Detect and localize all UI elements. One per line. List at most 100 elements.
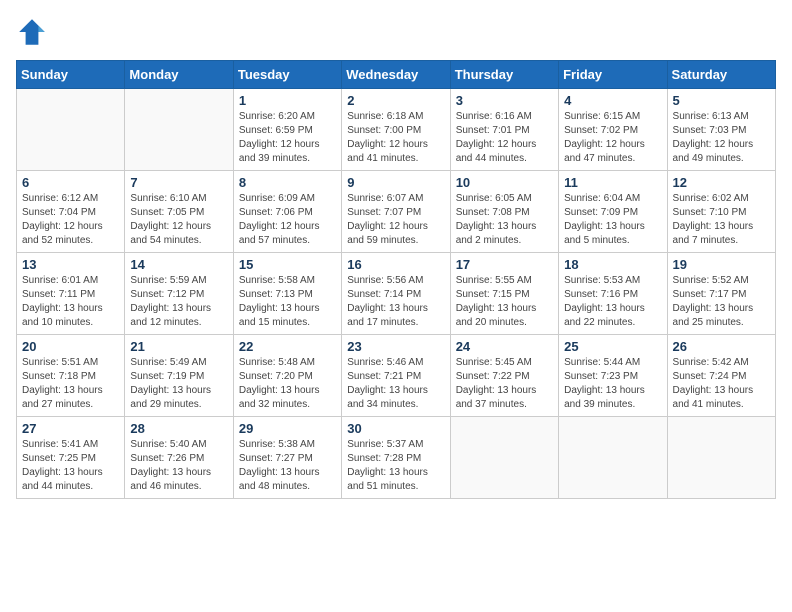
- day-number: 29: [239, 421, 336, 436]
- calendar-cell: 8Sunrise: 6:09 AM Sunset: 7:06 PM Daylig…: [233, 171, 341, 253]
- calendar-cell: 3Sunrise: 6:16 AM Sunset: 7:01 PM Daylig…: [450, 89, 558, 171]
- calendar-week-row: 1 Sunrise: 6:20 AM Sunset: 6:59 PM Daylig…: [17, 89, 776, 171]
- weekday-header: Monday: [125, 61, 233, 89]
- cell-info: Sunrise: 5:44 AM Sunset: 7:23 PM Dayligh…: [564, 356, 661, 412]
- cell-info: Sunrise: 6:07 AM Sunset: 7:07 PM Dayligh…: [347, 192, 444, 248]
- calendar-cell: 24 Sunrise: 5:45 AM Sunset: 7:22 PM Dayli…: [450, 335, 558, 417]
- logo-icon: [16, 16, 48, 48]
- cell-info: Sunrise: 5:37 AM Sunset: 7:28 PM Dayligh…: [347, 438, 444, 494]
- day-number: 10: [456, 175, 553, 190]
- day-number: 24: [456, 339, 553, 354]
- header: [16, 16, 776, 48]
- calendar-cell: 19 Sunrise: 5:52 AM Sunset: 7:17 PM Dayli…: [667, 253, 775, 335]
- weekday-row: SundayMondayTuesdayWednesdayThursdayFrid…: [17, 61, 776, 89]
- calendar-week-row: 6Sunrise: 6:12 AM Sunset: 7:04 PM Daylig…: [17, 171, 776, 253]
- day-number: 2: [347, 93, 444, 108]
- cell-info: Sunrise: 5:59 AM Sunset: 7:12 PM Dayligh…: [130, 274, 227, 330]
- cell-info: Sunrise: 6:02 AM Sunset: 7:10 PM Dayligh…: [673, 192, 770, 248]
- calendar-cell: 20 Sunrise: 5:51 AM Sunset: 7:18 PM Dayli…: [17, 335, 125, 417]
- calendar-cell: 2 Sunrise: 6:18 AM Sunset: 7:00 PM Daylig…: [342, 89, 450, 171]
- day-number: 3: [456, 93, 553, 108]
- calendar-cell: 6Sunrise: 6:12 AM Sunset: 7:04 PM Daylig…: [17, 171, 125, 253]
- calendar-cell: 25 Sunrise: 5:44 AM Sunset: 7:23 PM Dayli…: [559, 335, 667, 417]
- weekday-header: Wednesday: [342, 61, 450, 89]
- day-number: 5: [673, 93, 770, 108]
- cell-info: Sunrise: 5:38 AM Sunset: 7:27 PM Dayligh…: [239, 438, 336, 494]
- cell-info: Sunrise: 6:04 AM Sunset: 7:09 PM Dayligh…: [564, 192, 661, 248]
- day-number: 17: [456, 257, 553, 272]
- day-number: 7: [130, 175, 227, 190]
- calendar-cell: 9Sunrise: 6:07 AM Sunset: 7:07 PM Daylig…: [342, 171, 450, 253]
- calendar-cell: 7 Sunrise: 6:10 AM Sunset: 7:05 PM Daylig…: [125, 171, 233, 253]
- cell-info: Sunrise: 6:01 AM Sunset: 7:11 PM Dayligh…: [22, 274, 119, 330]
- cell-info: Sunrise: 5:48 AM Sunset: 7:20 PM Dayligh…: [239, 356, 336, 412]
- calendar-cell: [559, 417, 667, 499]
- cell-info: Sunrise: 6:09 AM Sunset: 7:06 PM Dayligh…: [239, 192, 336, 248]
- calendar-cell: 29 Sunrise: 5:38 AM Sunset: 7:27 PM Dayli…: [233, 417, 341, 499]
- cell-info: Sunrise: 5:42 AM Sunset: 7:24 PM Dayligh…: [673, 356, 770, 412]
- weekday-header: Thursday: [450, 61, 558, 89]
- calendar-cell: 11 Sunrise: 6:04 AM Sunset: 7:09 PM Dayli…: [559, 171, 667, 253]
- cell-info: Sunrise: 5:56 AM Sunset: 7:14 PM Dayligh…: [347, 274, 444, 330]
- day-number: 30: [347, 421, 444, 436]
- weekday-header: Tuesday: [233, 61, 341, 89]
- calendar-cell: [450, 417, 558, 499]
- weekday-header: Friday: [559, 61, 667, 89]
- cell-info: Sunrise: 5:58 AM Sunset: 7:13 PM Dayligh…: [239, 274, 336, 330]
- day-number: 16: [347, 257, 444, 272]
- day-number: 13: [22, 257, 119, 272]
- day-number: 27: [22, 421, 119, 436]
- calendar-cell: 21Sunrise: 5:49 AM Sunset: 7:19 PM Dayli…: [125, 335, 233, 417]
- calendar-cell: 23 Sunrise: 5:46 AM Sunset: 7:21 PM Dayli…: [342, 335, 450, 417]
- calendar-cell: 10 Sunrise: 6:05 AM Sunset: 7:08 PM Dayli…: [450, 171, 558, 253]
- cell-info: Sunrise: 6:05 AM Sunset: 7:08 PM Dayligh…: [456, 192, 553, 248]
- calendar-cell: 15 Sunrise: 5:58 AM Sunset: 7:13 PM Dayli…: [233, 253, 341, 335]
- calendar-cell: [125, 89, 233, 171]
- calendar-cell: 5 Sunrise: 6:13 AM Sunset: 7:03 PM Daylig…: [667, 89, 775, 171]
- day-number: 14: [130, 257, 227, 272]
- cell-info: Sunrise: 6:18 AM Sunset: 7:00 PM Dayligh…: [347, 110, 444, 166]
- cell-info: Sunrise: 5:55 AM Sunset: 7:15 PM Dayligh…: [456, 274, 553, 330]
- day-number: 11: [564, 175, 661, 190]
- calendar-cell: 27 Sunrise: 5:41 AM Sunset: 7:25 PM Dayli…: [17, 417, 125, 499]
- day-number: 6: [22, 175, 119, 190]
- day-number: 21: [130, 339, 227, 354]
- calendar-body: 1 Sunrise: 6:20 AM Sunset: 6:59 PM Daylig…: [17, 89, 776, 499]
- calendar: SundayMondayTuesdayWednesdayThursdayFrid…: [16, 60, 776, 499]
- cell-info: Sunrise: 5:51 AM Sunset: 7:18 PM Dayligh…: [22, 356, 119, 412]
- cell-info: Sunrise: 5:52 AM Sunset: 7:17 PM Dayligh…: [673, 274, 770, 330]
- day-number: 18: [564, 257, 661, 272]
- calendar-cell: 28Sunrise: 5:40 AM Sunset: 7:26 PM Dayli…: [125, 417, 233, 499]
- cell-info: Sunrise: 5:41 AM Sunset: 7:25 PM Dayligh…: [22, 438, 119, 494]
- day-number: 26: [673, 339, 770, 354]
- calendar-cell: 26 Sunrise: 5:42 AM Sunset: 7:24 PM Dayli…: [667, 335, 775, 417]
- calendar-cell: 16 Sunrise: 5:56 AM Sunset: 7:14 PM Dayli…: [342, 253, 450, 335]
- cell-info: Sunrise: 6:20 AM Sunset: 6:59 PM Dayligh…: [239, 110, 336, 166]
- calendar-cell: 17 Sunrise: 5:55 AM Sunset: 7:15 PM Dayli…: [450, 253, 558, 335]
- weekday-header: Saturday: [667, 61, 775, 89]
- day-number: 12: [673, 175, 770, 190]
- logo: [16, 16, 52, 48]
- cell-info: Sunrise: 6:13 AM Sunset: 7:03 PM Dayligh…: [673, 110, 770, 166]
- day-number: 1: [239, 93, 336, 108]
- calendar-week-row: 13 Sunrise: 6:01 AM Sunset: 7:11 PM Dayli…: [17, 253, 776, 335]
- day-number: 4: [564, 93, 661, 108]
- day-number: 20: [22, 339, 119, 354]
- day-number: 28: [130, 421, 227, 436]
- cell-info: Sunrise: 5:45 AM Sunset: 7:22 PM Dayligh…: [456, 356, 553, 412]
- day-number: 19: [673, 257, 770, 272]
- day-number: 23: [347, 339, 444, 354]
- calendar-week-row: 27 Sunrise: 5:41 AM Sunset: 7:25 PM Dayli…: [17, 417, 776, 499]
- cell-info: Sunrise: 5:46 AM Sunset: 7:21 PM Dayligh…: [347, 356, 444, 412]
- cell-info: Sunrise: 6:10 AM Sunset: 7:05 PM Dayligh…: [130, 192, 227, 248]
- calendar-week-row: 20 Sunrise: 5:51 AM Sunset: 7:18 PM Dayli…: [17, 335, 776, 417]
- calendar-cell: 18Sunrise: 5:53 AM Sunset: 7:16 PM Dayli…: [559, 253, 667, 335]
- calendar-cell: 13 Sunrise: 6:01 AM Sunset: 7:11 PM Dayli…: [17, 253, 125, 335]
- calendar-cell: 4Sunrise: 6:15 AM Sunset: 7:02 PM Daylig…: [559, 89, 667, 171]
- weekday-header: Sunday: [17, 61, 125, 89]
- calendar-cell: 22Sunrise: 5:48 AM Sunset: 7:20 PM Dayli…: [233, 335, 341, 417]
- calendar-cell: 12 Sunrise: 6:02 AM Sunset: 7:10 PM Dayli…: [667, 171, 775, 253]
- day-number: 15: [239, 257, 336, 272]
- calendar-cell: [667, 417, 775, 499]
- day-number: 25: [564, 339, 661, 354]
